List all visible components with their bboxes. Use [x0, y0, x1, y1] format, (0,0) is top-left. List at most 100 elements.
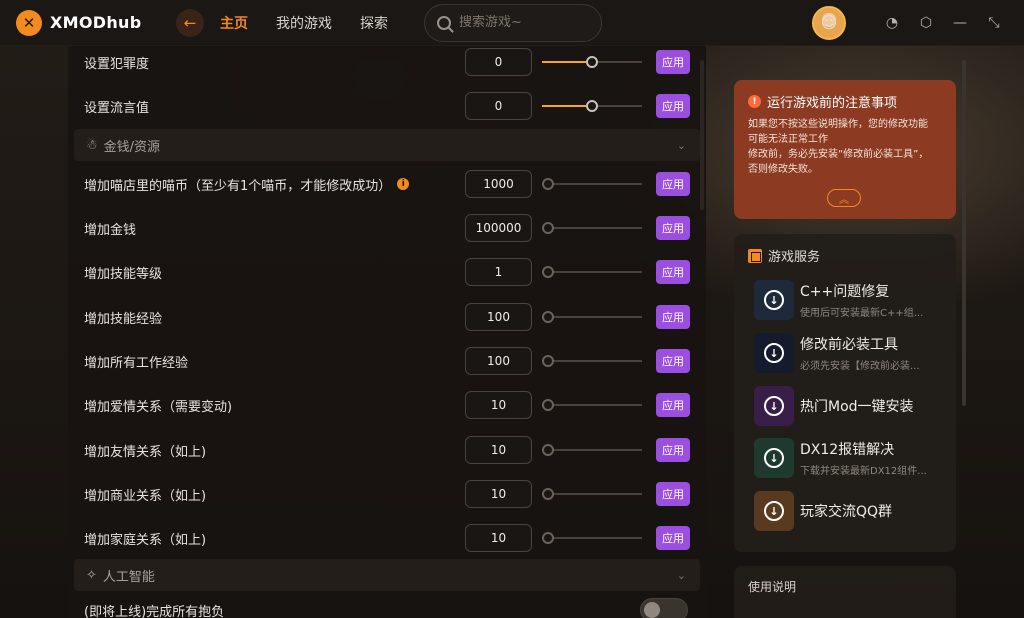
nav-explore[interactable]: 探索	[360, 13, 388, 33]
row-label: 增加家庭关系（如上)	[84, 532, 207, 548]
value-input[interactable]	[465, 391, 532, 419]
value-input[interactable]	[465, 48, 532, 76]
nav-my-games[interactable]: 我的游戏	[276, 13, 332, 33]
mod-row: 增加家庭关系（如上) 应用	[68, 516, 706, 560]
mod-row: 设置流言值 应用	[68, 84, 706, 128]
sidebar-scrollbar[interactable]	[962, 60, 966, 406]
value-input[interactable]	[465, 258, 532, 286]
apply-button[interactable]: 应用	[656, 260, 690, 284]
usage-title: 使用说明	[748, 580, 797, 594]
value-input[interactable]	[465, 92, 532, 120]
shrink-icon[interactable]: ⤡	[984, 13, 1004, 33]
mod-row: 增加商业关系（如上) 应用	[68, 472, 706, 516]
value-slider[interactable]	[542, 222, 642, 234]
apply-button[interactable]: 应用	[656, 393, 690, 417]
logo-text: XMODhub	[50, 13, 142, 32]
apply-button[interactable]: 应用	[656, 50, 690, 74]
service-title: 玩家交流QQ群	[800, 504, 893, 520]
apply-button[interactable]: 应用	[656, 349, 690, 373]
panel-scrollbar[interactable]	[700, 60, 704, 210]
apply-button[interactable]: 应用	[656, 526, 690, 550]
box-icon	[748, 248, 762, 263]
search-box[interactable]	[424, 3, 602, 42]
service-title: 修改前必装工具	[800, 337, 898, 353]
apply-button[interactable]: 应用	[656, 94, 690, 118]
row-label: 增加技能等级	[84, 266, 163, 282]
service-thumb: ↓	[754, 386, 794, 426]
mod-row: 增加技能等级 应用	[68, 250, 706, 294]
row-label: (即将上线)完成所有抱负	[84, 604, 225, 618]
usage-card: 使用说明	[734, 566, 956, 618]
value-input[interactable]	[465, 436, 532, 464]
value-slider[interactable]	[542, 100, 642, 112]
value-slider[interactable]	[542, 355, 642, 367]
download-icon: ↓	[764, 501, 784, 521]
nav-home[interactable]: 主页	[220, 13, 248, 33]
value-slider[interactable]	[542, 399, 642, 411]
mod-panel: 设置犯罪度 应用 设置流言值 应用 ☃ 金钱/资源 ⌄ 增加喵店里的喵币（至少有…	[68, 46, 706, 618]
avatar[interactable]: ☺	[812, 5, 846, 40]
collapse-button[interactable]: ︽	[827, 189, 861, 207]
apply-button[interactable]: 应用	[656, 216, 690, 240]
search-icon	[437, 15, 451, 30]
warning-icon: !	[748, 95, 761, 108]
service-item[interactable]: ↓ 修改前必装工具必须先安装【修改前必装...	[754, 333, 944, 373]
minimize-icon[interactable]: —	[950, 13, 970, 33]
value-slider[interactable]	[542, 311, 642, 323]
back-button[interactable]: ←	[176, 8, 204, 37]
bell-icon[interactable]: ◔	[882, 13, 902, 33]
service-thumb: ↓	[754, 491, 794, 531]
apply-button[interactable]: 应用	[656, 482, 690, 506]
value-input[interactable]	[465, 480, 532, 508]
value-slider[interactable]	[542, 56, 642, 68]
section-title: 人工智能	[102, 569, 155, 585]
logo[interactable]: ✕ XMODhub	[16, 9, 166, 36]
value-input[interactable]	[465, 170, 532, 198]
value-slider[interactable]	[542, 266, 642, 278]
service-item[interactable]: ↓ DX12报错解决 下载并安装最新DX12组件...	[754, 438, 944, 478]
value-input[interactable]	[465, 303, 532, 331]
service-title: C++问题修复	[800, 284, 890, 300]
apply-button[interactable]: 应用	[656, 172, 690, 196]
mod-row: 设置犯罪度 应用	[68, 40, 706, 84]
section-ai[interactable]: ✧ 人工智能 ⌄	[74, 559, 700, 591]
service-thumb: ↓	[754, 438, 794, 478]
row-label: 设置犯罪度	[84, 56, 150, 72]
value-input[interactable]	[465, 214, 532, 242]
apply-button[interactable]: 应用	[656, 438, 690, 462]
mod-row: (即将上线)完成所有抱负	[68, 588, 706, 618]
arrow-left-icon: ←	[183, 13, 197, 32]
service-item[interactable]: ↓ 玩家交流QQ群	[754, 491, 944, 531]
mod-row: 增加所有工作经验 应用	[68, 339, 706, 383]
chevron-down-icon: ⌄	[676, 138, 686, 152]
feature-toggle[interactable]	[640, 598, 688, 618]
download-icon: ↓	[764, 396, 784, 416]
notice-body: 如果您不按这些说明操作，您的修改功能 可能无法正常工作 修改前，务必先安装“修改…	[748, 119, 929, 175]
money-bag-icon: ☃	[86, 137, 98, 153]
apply-button[interactable]: 应用	[656, 305, 690, 329]
value-slider[interactable]	[542, 532, 642, 544]
mod-row: 增加爱情关系（需要变动) 应用	[68, 383, 706, 427]
notice-card: ! 运行游戏前的注意事项 如果您不按这些说明操作，您的修改功能 可能无法正常工作…	[734, 80, 956, 219]
value-input[interactable]	[465, 347, 532, 375]
search-input[interactable]	[459, 15, 589, 30]
info-icon[interactable]: i	[397, 178, 410, 190]
ai-icon: ✧	[86, 567, 97, 583]
row-label: 设置流言值	[84, 100, 150, 116]
value-slider[interactable]	[542, 178, 642, 190]
value-slider[interactable]	[542, 444, 642, 456]
service-thumb: ↓	[754, 280, 794, 320]
notice-title: 运行游戏前的注意事项	[767, 96, 898, 111]
value-slider[interactable]	[542, 488, 642, 500]
service-item[interactable]: ↓ 热门Mod一键安装	[754, 386, 944, 426]
section-money[interactable]: ☃ 金钱/资源 ⌄	[74, 129, 700, 161]
service-desc: 必须先安装【修改前必装...	[800, 361, 920, 372]
mod-row: 增加友情关系（如上) 应用	[68, 428, 706, 472]
service-item[interactable]: ↓ C++问题修复 使用后可安装最新C++组...	[754, 280, 944, 320]
value-input[interactable]	[465, 524, 532, 552]
settings-icon[interactable]: ⬡	[916, 13, 936, 33]
service-thumb: ↓	[754, 333, 794, 373]
mod-row: 增加喵店里的喵币（至少有1个喵币，才能修改成功）i 应用	[68, 162, 706, 206]
services-card: 游戏服务 ↓ C++问题修复 使用后可安装最新C++组... ↓ 修改前必装工具 必须先安…	[734, 234, 956, 552]
mod-row: 增加金钱 应用	[68, 206, 706, 250]
